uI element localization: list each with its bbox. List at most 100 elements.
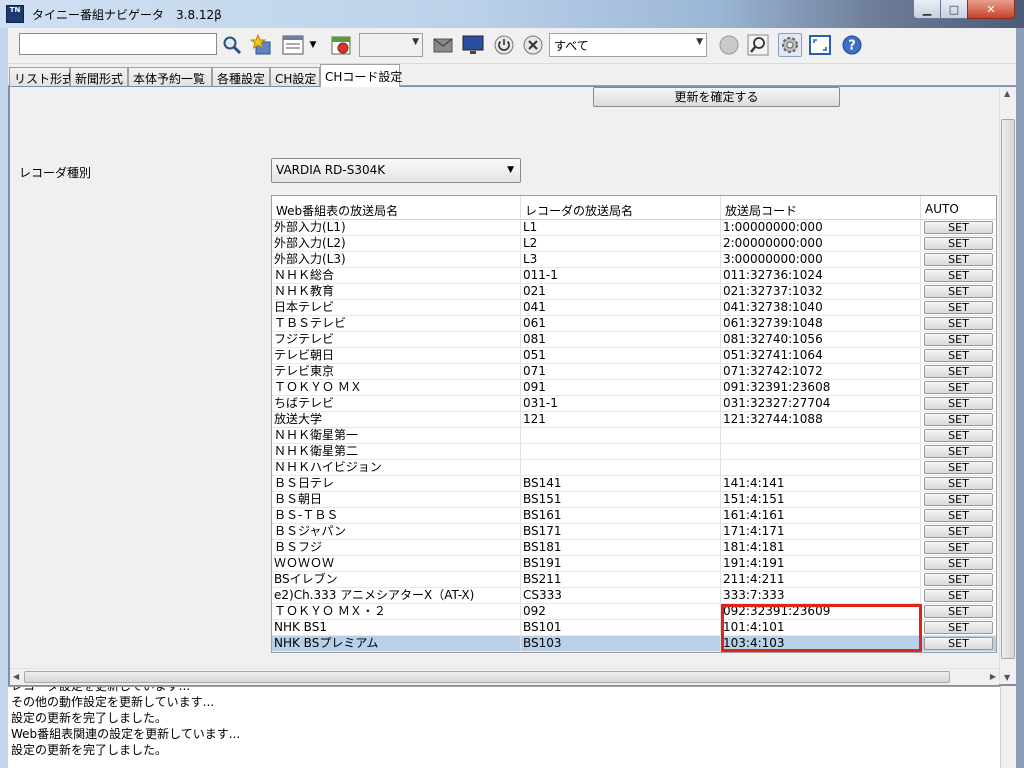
set-button[interactable]: SET [924, 429, 993, 442]
column-header-web-station[interactable]: Web番組表の放送局名 [272, 196, 521, 219]
web-station-cell[interactable]: ＮＨＫ教育 [272, 284, 521, 299]
table-row[interactable]: ＢＳ-ＴＢＳ BS161 161:4:161 SET [272, 508, 996, 524]
scroll-left-arrow-icon[interactable]: ◀ [13, 672, 19, 681]
search-icon[interactable] [220, 33, 244, 57]
table-row[interactable]: ちばテレビ 031-1 031:32327:27704 SET [272, 396, 996, 412]
set-button[interactable]: SET [924, 461, 993, 474]
station-code-cell[interactable] [721, 460, 921, 475]
table-row[interactable]: 放送大学 121 121:32744:1088 SET [272, 412, 996, 428]
recorder-station-cell[interactable]: 021 [521, 284, 721, 299]
recorder-station-cell[interactable]: 121 [521, 412, 721, 427]
recorder-station-cell[interactable]: 071 [521, 364, 721, 379]
recorder-station-cell[interactable]: 092 [521, 604, 721, 619]
station-code-cell[interactable]: 3:00000000:000 [721, 252, 921, 267]
set-button[interactable]: SET [924, 349, 993, 362]
web-station-cell[interactable]: フジテレビ [272, 332, 521, 347]
station-code-cell[interactable]: 161:4:161 [721, 508, 921, 523]
set-button[interactable]: SET [924, 333, 993, 346]
web-station-cell[interactable]: ＢＳジャパン [272, 524, 521, 539]
web-station-cell[interactable]: ＢＳ-ＴＢＳ [272, 508, 521, 523]
set-button[interactable]: SET [924, 541, 993, 554]
favorite-star-icon[interactable] [249, 33, 273, 57]
set-button[interactable]: SET [924, 605, 993, 618]
table-row[interactable]: ＮＨＫ衛星第二 SET [272, 444, 996, 460]
table-row[interactable]: テレビ朝日 051 051:32741:1064 SET [272, 348, 996, 364]
table-row[interactable]: フジテレビ 081 081:32740:1056 SET [272, 332, 996, 348]
web-station-cell[interactable]: テレビ朝日 [272, 348, 521, 363]
station-code-cell[interactable]: 171:4:171 [721, 524, 921, 539]
record-icon[interactable] [717, 33, 741, 57]
set-button[interactable]: SET [924, 237, 993, 250]
recorder-station-cell[interactable]: BS141 [521, 476, 721, 491]
table-row[interactable]: NHK BSプレミアム BS103 103:4:103 SET [272, 636, 996, 652]
table-row[interactable]: ＴＯＫＹＯ ＭＸ 091 091:32391:23608 SET [272, 380, 996, 396]
web-station-cell[interactable]: ＢＳ朝日 [272, 492, 521, 507]
settings-gear-icon[interactable] [778, 33, 802, 57]
set-button[interactable]: SET [924, 557, 993, 570]
recorder-station-cell[interactable]: BS161 [521, 508, 721, 523]
web-station-cell[interactable]: ＮＨＫ衛星第一 [272, 428, 521, 443]
station-code-cell[interactable]: 1:00000000:000 [721, 220, 921, 235]
station-code-cell[interactable]: 051:32741:1064 [721, 348, 921, 363]
recorder-station-cell[interactable]: BS101 [521, 620, 721, 635]
recorder-station-cell[interactable]: BS151 [521, 492, 721, 507]
table-row[interactable]: ＮＨＫ総合 011-1 011:32736:1024 SET [272, 268, 996, 284]
web-station-cell[interactable]: ＮＨＫ総合 [272, 268, 521, 283]
filter-select[interactable]: すべて ▼ [549, 33, 707, 57]
web-station-cell[interactable]: e2)Ch.333 アニメシアターX（AT-X) [272, 588, 521, 603]
web-station-cell[interactable]: 日本テレビ [272, 300, 521, 315]
station-code-cell[interactable]: 151:4:151 [721, 492, 921, 507]
set-button[interactable]: SET [924, 413, 993, 426]
recorder-station-cell[interactable]: L1 [521, 220, 721, 235]
recorder-station-cell[interactable]: BS191 [521, 556, 721, 571]
web-station-cell[interactable]: 外部入力(L3) [272, 252, 521, 267]
set-button[interactable]: SET [924, 365, 993, 378]
table-row[interactable]: ＮＨＫ衛星第一 SET [272, 428, 996, 444]
recorder-station-cell[interactable]: 081 [521, 332, 721, 347]
station-code-cell[interactable]: 061:32739:1048 [721, 316, 921, 331]
list-view-icon[interactable] [281, 33, 305, 57]
close-button[interactable]: ✕ [967, 0, 1015, 19]
recorder-station-cell[interactable]: 091 [521, 380, 721, 395]
recorder-type-select[interactable]: VARDIA RD-S304K ▼ [271, 158, 521, 183]
tv-guide-icon[interactable] [329, 33, 353, 57]
table-row[interactable]: ＮＨＫ教育 021 021:32737:1032 SET [272, 284, 996, 300]
list-view-dropdown-icon[interactable]: ▼ [306, 33, 320, 57]
table-row[interactable]: 外部入力(L2) L2 2:00000000:000 SET [272, 236, 996, 252]
station-code-cell[interactable]: 021:32737:1032 [721, 284, 921, 299]
fullscreen-icon[interactable] [808, 33, 832, 57]
recorder-station-cell[interactable]: L3 [521, 252, 721, 267]
table-row[interactable]: ＢＳフジ BS181 181:4:181 SET [272, 540, 996, 556]
web-station-cell[interactable]: 外部入力(L2) [272, 236, 521, 251]
table-row[interactable]: ＢＳ日テレ BS141 141:4:141 SET [272, 476, 996, 492]
table-row[interactable]: 日本テレビ 041 041:32738:1040 SET [272, 300, 996, 316]
search-input[interactable] [19, 33, 217, 55]
panel-horizontal-scrollbar[interactable]: ◀ ▶ [10, 668, 999, 685]
column-header-station-code[interactable]: 放送局コード [721, 196, 921, 219]
station-code-cell[interactable]: 121:32744:1088 [721, 412, 921, 427]
column-header-recorder-station[interactable]: レコーダの放送局名 [521, 196, 721, 219]
scroll-down-arrow-icon[interactable]: ▼ [1004, 673, 1010, 682]
table-row[interactable]: テレビ東京 071 071:32742:1072 SET [272, 364, 996, 380]
web-station-cell[interactable]: NHK BS1 [272, 620, 521, 635]
station-code-cell[interactable]: 141:4:141 [721, 476, 921, 491]
mail-icon[interactable] [431, 33, 455, 57]
web-station-cell[interactable]: ＢＳフジ [272, 540, 521, 555]
tab-reservation-list[interactable]: 本体予約一覧 [128, 67, 212, 86]
table-row[interactable]: ＮＨＫハイビジョン SET [272, 460, 996, 476]
recorder-station-cell[interactable]: CS333 [521, 588, 721, 603]
set-button[interactable]: SET [924, 253, 993, 266]
table-row[interactable]: ＴＯＫＹＯ ＭＸ・２ 092 092:32391:23609 SET [272, 604, 996, 620]
confirm-update-button[interactable]: 更新を確定する [593, 87, 840, 107]
recorder-station-cell[interactable] [521, 444, 721, 459]
help-icon[interactable]: ? [840, 33, 864, 57]
set-button[interactable]: SET [924, 589, 993, 602]
station-code-cell[interactable] [721, 444, 921, 459]
recorder-station-cell[interactable]: 061 [521, 316, 721, 331]
station-code-cell[interactable]: 041:32738:1040 [721, 300, 921, 315]
station-code-cell[interactable]: 191:4:191 [721, 556, 921, 571]
recorder-station-cell[interactable]: 031-1 [521, 396, 721, 411]
station-code-cell[interactable]: 101:4:101 [721, 620, 921, 635]
recorder-station-cell[interactable]: L2 [521, 236, 721, 251]
set-button[interactable]: SET [924, 573, 993, 586]
